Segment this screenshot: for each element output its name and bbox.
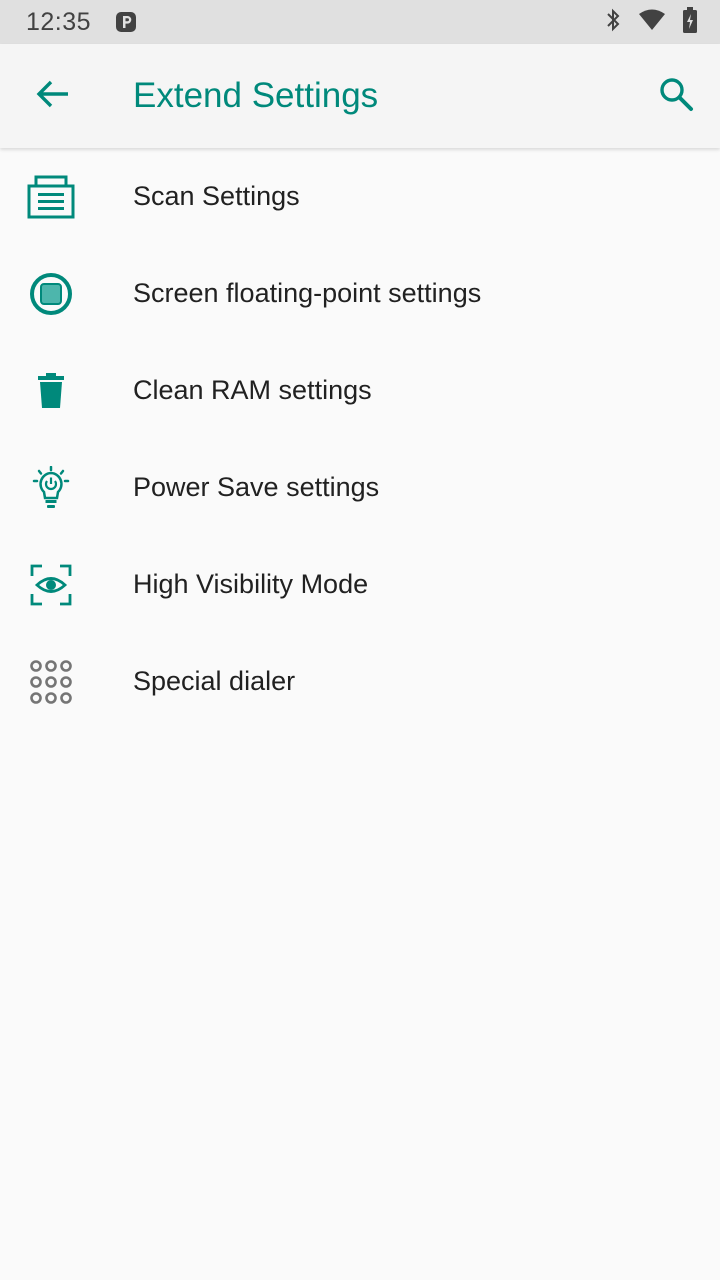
search-button[interactable] (650, 72, 702, 120)
floating-point-icon (24, 267, 78, 321)
item-label: Special dialer (133, 666, 296, 696)
bluetooth-icon (604, 8, 622, 37)
p-icon (114, 10, 138, 34)
arrow-back-icon (36, 79, 70, 114)
page-title: Extend Settings (133, 76, 379, 115)
dialpad-icon (24, 655, 78, 709)
lightbulb-power-icon (24, 461, 78, 515)
trash-icon (24, 364, 78, 418)
list-item-floating-point[interactable]: Screen floating-point settings (0, 245, 720, 342)
list-item-high-visibility[interactable]: High Visibility Mode (0, 536, 720, 633)
item-label: High Visibility Mode (133, 569, 369, 599)
item-label: Power Save settings (133, 472, 380, 502)
status-time: 12:35 (26, 8, 92, 36)
list-item-special-dialer[interactable]: Special dialer (0, 633, 720, 730)
app-bar: Extend Settings (0, 44, 720, 148)
back-button[interactable] (24, 72, 82, 120)
status-bar: 12:35 (0, 0, 720, 44)
item-label: Screen floating-point settings (133, 278, 482, 308)
status-icons (604, 6, 698, 37)
battery-icon (682, 6, 698, 38)
search-icon (658, 76, 694, 117)
visibility-focus-icon (24, 558, 78, 612)
list-item-clean-ram[interactable]: Clean RAM settings (0, 342, 720, 439)
settings-list: Scan Settings Screen floating-point sett… (0, 148, 720, 730)
item-label: Scan Settings (133, 181, 300, 211)
list-item-scan-settings[interactable]: Scan Settings (0, 148, 720, 245)
scanner-icon (24, 170, 78, 224)
wifi-icon (638, 9, 666, 36)
item-label: Clean RAM settings (133, 375, 372, 405)
list-item-power-save[interactable]: Power Save settings (0, 439, 720, 536)
